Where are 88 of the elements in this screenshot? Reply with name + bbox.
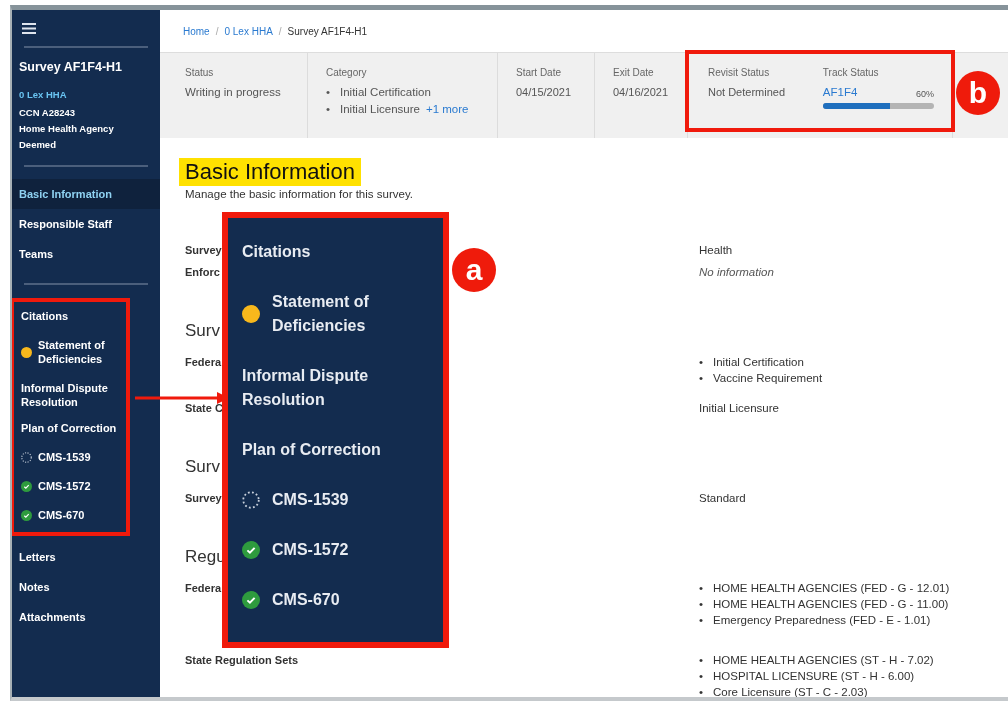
sidebar-item[interactable]: Basic Information bbox=[12, 179, 160, 209]
list-item: HOME HEALTH AGENCIES (FED - G - 12.01) bbox=[713, 580, 950, 596]
breadcrumb-separator: / bbox=[215, 24, 219, 39]
field-label: State Regulation Sets bbox=[185, 653, 299, 666]
field-label: Start Date bbox=[516, 66, 563, 80]
status-dot-icon bbox=[242, 305, 260, 323]
status-dot-icon bbox=[21, 346, 32, 358]
field-label: Track Status bbox=[822, 66, 880, 80]
zoomed-sidebar-item: CMS-1539 bbox=[272, 490, 349, 510]
list-item: Initial Licensure bbox=[340, 102, 420, 117]
sidebar-item[interactable]: CMS-1539 bbox=[14, 444, 126, 470]
field-label: Federa bbox=[185, 355, 222, 368]
field-label: Enforc bbox=[185, 265, 220, 278]
bullet-text: • bbox=[699, 354, 704, 370]
bullet-text: • bbox=[699, 580, 704, 596]
list-item: Initial Certification bbox=[713, 354, 804, 370]
page-heading: Basic Information bbox=[179, 158, 361, 187]
section-heading: Surv bbox=[185, 456, 220, 476]
bullet-text: • bbox=[699, 668, 704, 684]
sidebar-item[interactable]: Teams bbox=[12, 239, 160, 269]
field-label: Federa bbox=[185, 581, 222, 594]
callout-badge: a bbox=[452, 248, 496, 292]
check-circle-icon bbox=[21, 509, 32, 521]
bullet-text: • bbox=[699, 652, 704, 668]
track-link[interactable]: AF1F4 bbox=[822, 84, 858, 102]
more-link[interactable]: +1 more bbox=[425, 101, 469, 118]
bullet-text: • bbox=[699, 596, 704, 612]
detail-text: Deemed bbox=[19, 138, 56, 152]
field-value: 04/15/2021 bbox=[516, 85, 573, 100]
list-item: Initial Certification bbox=[340, 85, 431, 100]
sidebar-item[interactable]: CMS-670 bbox=[14, 502, 126, 528]
list-item: Vaccine Requirement bbox=[713, 370, 823, 386]
detail-text: Home Health Agency bbox=[19, 122, 114, 136]
bullet-text: • bbox=[699, 370, 704, 386]
dotted-circle-icon bbox=[242, 491, 260, 509]
percent-text: 60% bbox=[916, 87, 934, 101]
sidebar-item[interactable]: Notes bbox=[12, 572, 160, 602]
field-label: Survey bbox=[185, 243, 222, 256]
field-label: Revisit Status bbox=[708, 66, 771, 80]
sidebar-item[interactable]: Attachments bbox=[12, 602, 160, 632]
sidebar-item[interactable]: Informal Dispute Resolution bbox=[14, 375, 126, 415]
field-value: Health bbox=[699, 243, 733, 256]
field-value: Writing in progress bbox=[185, 85, 282, 100]
bullet-text: • bbox=[699, 684, 704, 697]
list-item: HOME HEALTH AGENCIES (ST - H - 7.02) bbox=[713, 652, 934, 668]
list-item: HOME HEALTH AGENCIES (FED - G - 11.00) bbox=[713, 596, 949, 612]
zoomed-sidebar-item: CMS-670 bbox=[272, 590, 340, 610]
survey-title: Survey AF1F4-H1 bbox=[19, 59, 124, 75]
empty-value: No information bbox=[699, 265, 774, 278]
breadcrumb-link[interactable]: Home bbox=[183, 23, 210, 39]
provider-link[interactable]: 0 Lex HHA bbox=[19, 87, 67, 103]
page-description: Manage the basic information for this survey. bbox=[185, 187, 414, 203]
zoomed-sidebar-item: CMS-1572 bbox=[272, 540, 349, 560]
sidebar-item[interactable]: Statement of Deficiencies bbox=[14, 332, 126, 372]
sidebar-item[interactable]: Letters bbox=[12, 542, 160, 572]
zoomed-sidebar-item: Citations bbox=[242, 242, 311, 262]
check-circle-icon bbox=[21, 480, 32, 492]
bullet-text: • bbox=[326, 102, 331, 117]
field-value: Initial Licensure bbox=[699, 401, 779, 414]
sidebar-item[interactable]: CMS-1572 bbox=[14, 473, 126, 499]
zoomed-sidebar-item: Statement of Deficiencies bbox=[272, 292, 370, 336]
list-item: Emergency Preparedness (FED - E - 1.01) bbox=[713, 612, 931, 628]
bullet-text: • bbox=[699, 612, 704, 628]
breadcrumb-current: Survey AF1F4-H1 bbox=[287, 24, 368, 39]
field-value: Standard bbox=[699, 491, 746, 504]
breadcrumb-link[interactable]: 0 Lex HHA bbox=[224, 23, 273, 39]
field-label: Category bbox=[326, 66, 368, 80]
detail-text: CCN A28243 bbox=[19, 106, 76, 120]
field-value: 04/16/2021 bbox=[613, 85, 669, 100]
field-label: State C bbox=[185, 401, 223, 414]
breadcrumb-separator: / bbox=[278, 24, 282, 39]
zoomed-sidebar-item: Plan of Correction bbox=[242, 440, 381, 460]
list-item: HOSPITAL LICENSURE (ST - H - 6.00) bbox=[713, 668, 915, 684]
field-value: Not Determined bbox=[708, 85, 787, 100]
section-heading: Surv bbox=[185, 320, 220, 340]
sidebar-item[interactable]: Plan of Correction bbox=[14, 415, 126, 441]
field-label: Exit Date bbox=[613, 66, 655, 80]
dotted-circle-icon bbox=[21, 451, 32, 463]
field-label: Survey bbox=[185, 491, 222, 504]
callout-badge: b bbox=[956, 71, 1000, 115]
zoomed-sidebar-item: Informal Dispute Resolution bbox=[242, 366, 370, 410]
check-circle-icon bbox=[242, 541, 260, 559]
bullet-text: • bbox=[326, 85, 331, 100]
check-circle-icon bbox=[242, 591, 260, 609]
menu-icon[interactable] bbox=[22, 23, 36, 34]
sidebar-item[interactable]: Citations bbox=[14, 303, 126, 329]
field-label: Status bbox=[185, 66, 215, 80]
sidebar-item[interactable]: Responsible Staff bbox=[12, 209, 160, 239]
